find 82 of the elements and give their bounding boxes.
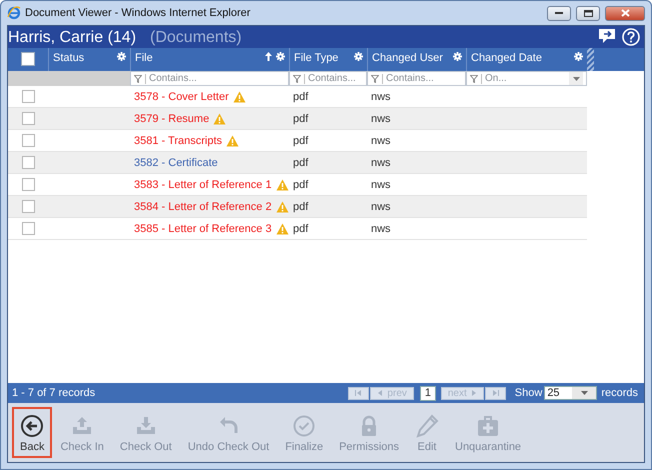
speech-arrow-icon[interactable] <box>598 28 616 44</box>
minimize-icon <box>555 12 563 14</box>
dropdown-arrow-icon <box>572 76 580 80</box>
column-header[interactable]: File Type <box>289 48 367 71</box>
maximize-button[interactable] <box>576 6 600 20</box>
gear-icon <box>574 52 583 61</box>
dropdown-arrow-icon <box>580 391 588 395</box>
row-checkbox[interactable] <box>22 178 34 191</box>
sort-up-icon <box>265 52 272 61</box>
last-page-button[interactable] <box>484 386 506 400</box>
row-checkbox[interactable] <box>22 134 34 147</box>
gear-icon <box>354 52 363 61</box>
pencil-icon <box>415 414 439 438</box>
file-link[interactable]: 3578 - Cover Letter <box>134 90 229 102</box>
medical-kit-icon <box>476 414 500 438</box>
warning-icon <box>232 90 246 102</box>
table-cell: nws <box>371 178 391 190</box>
file-link[interactable]: 3584 - Letter of Reference 2 <box>134 200 272 212</box>
records-label: records <box>601 387 638 399</box>
row-checkbox[interactable] <box>22 156 34 169</box>
column-header[interactable]: File <box>130 48 289 71</box>
browser-logo-icon <box>7 6 21 20</box>
minimize-button[interactable] <box>547 6 571 20</box>
table-cell: pdf <box>293 178 308 190</box>
table-cell: pdf <box>293 90 308 102</box>
column-header[interactable]: Changed User <box>367 48 466 71</box>
check-circle-icon <box>292 414 316 438</box>
table-cell: nws <box>371 222 391 234</box>
filter-field[interactable]: On... <box>466 71 587 86</box>
row-checkbox[interactable] <box>22 112 34 125</box>
warning-icon <box>276 222 289 234</box>
table-cell: pdf <box>293 112 308 124</box>
table-cell: nws <box>371 134 391 146</box>
filter-icon <box>371 74 379 82</box>
table-cell: pdf <box>293 156 308 168</box>
table-cell: nws <box>371 156 391 168</box>
row-checkbox[interactable] <box>22 200 34 213</box>
first-page-button[interactable] <box>348 386 370 400</box>
gear-icon <box>276 52 285 61</box>
table-cell: nws <box>371 200 391 212</box>
table-cell: pdf <box>293 222 308 234</box>
filter-field[interactable]: Contains... <box>289 71 367 86</box>
back-button[interactable]: Back <box>12 407 52 458</box>
window-title: Document Viewer - Windows Internet Explorer <box>25 7 252 19</box>
show-label: Show <box>514 387 542 399</box>
file-link[interactable]: 3583 - Letter of Reference 1 <box>134 178 272 190</box>
close-button[interactable] <box>605 6 645 20</box>
help-icon[interactable] <box>622 28 640 46</box>
row-checkbox[interactable] <box>22 222 34 235</box>
table-cell: pdf <box>293 134 308 146</box>
row-checkbox[interactable] <box>22 90 34 103</box>
maximize-icon <box>584 10 592 16</box>
select-all-checkbox[interactable] <box>21 52 35 66</box>
resize-grip[interactable] <box>587 48 594 71</box>
warning-icon <box>213 112 226 124</box>
left-arrow-icon <box>377 390 384 396</box>
file-link[interactable]: 3582 - Certificate <box>134 156 218 168</box>
page-size-select[interactable]: 25 <box>544 386 598 400</box>
warning-icon <box>276 200 289 212</box>
table-cell: nws <box>371 112 391 124</box>
first-icon <box>355 390 362 396</box>
right-arrow-icon <box>470 390 477 396</box>
filter-icon <box>470 74 478 82</box>
file-link[interactable]: 3585 - Letter of Reference 3 <box>134 222 272 234</box>
last-icon <box>492 390 499 396</box>
warning-icon <box>276 178 289 190</box>
table-cell: nws <box>371 90 391 102</box>
record-title: Harris, Carrie (14) <box>8 28 136 48</box>
warning-icon <box>226 134 240 146</box>
page-number[interactable]: 1 <box>420 386 436 400</box>
filter-field[interactable]: Contains... <box>367 71 466 86</box>
filter-icon <box>134 74 142 82</box>
section-label: (Documents) <box>150 28 243 48</box>
filter-icon <box>293 74 301 82</box>
close-icon <box>620 9 630 17</box>
gear-icon <box>117 52 126 61</box>
file-link[interactable]: 3581 - Transcripts <box>134 134 222 146</box>
filter-field[interactable]: Contains... <box>130 71 289 86</box>
record-count: 1 - 7 of 7 records <box>12 387 96 399</box>
gear-icon <box>453 52 462 61</box>
file-link[interactable]: 3579 - Resume <box>134 112 210 124</box>
table-cell: pdf <box>293 200 308 212</box>
